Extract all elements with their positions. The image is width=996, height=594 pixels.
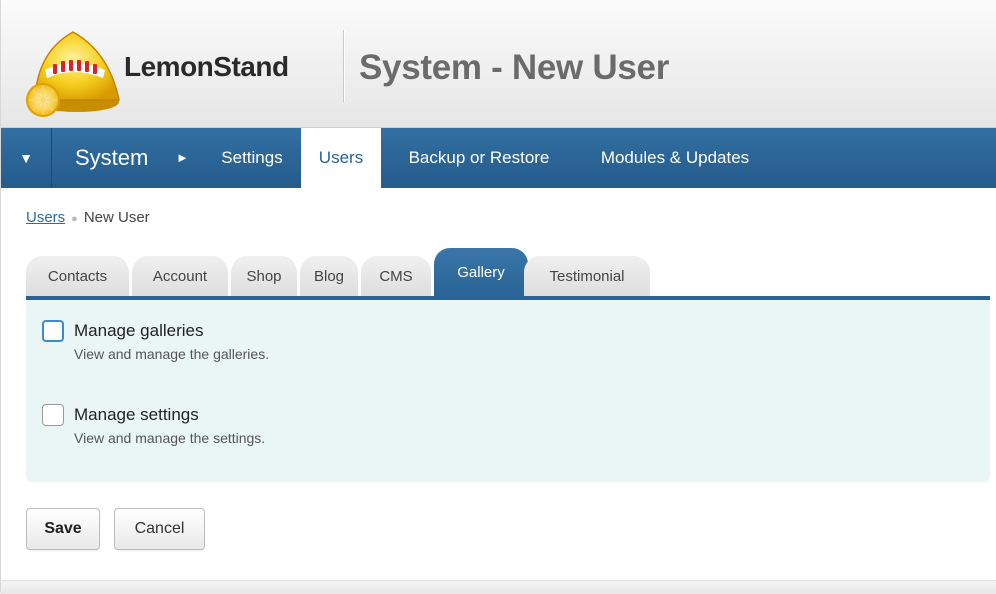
app-window: LemonStand System - New User ▼ System ► … [0, 0, 996, 594]
lemonstand-logo-icon [26, 31, 120, 117]
header-divider [343, 30, 344, 102]
tab-testimonial[interactable]: Testimonial [524, 256, 650, 296]
breadcrumb-separator: ● [71, 213, 78, 225]
page-title: System - New User [359, 48, 670, 87]
breadcrumb-current: New User [83, 209, 150, 226]
chevron-right-icon: ► [176, 150, 189, 165]
cancel-button[interactable]: Cancel [114, 508, 205, 550]
header: LemonStand System - New User [1, 0, 996, 128]
nav-section-system[interactable]: System [75, 128, 148, 188]
tab-shop[interactable]: Shop [231, 256, 297, 296]
nav-item-backup-restore[interactable]: Backup or Restore [387, 128, 571, 188]
manage-galleries-label[interactable]: Manage galleries [74, 321, 203, 341]
triangle-down-icon: ▼ [19, 150, 33, 166]
footer [1, 580, 996, 594]
gallery-permissions-panel: Manage galleries View and manage the gal… [26, 300, 990, 482]
manage-galleries-checkbox[interactable] [42, 320, 64, 342]
manage-settings-label[interactable]: Manage settings [74, 405, 199, 425]
tab-account[interactable]: Account [132, 256, 228, 296]
nav-menu-toggle[interactable]: ▼ [1, 128, 52, 188]
tab-cms[interactable]: CMS [361, 256, 431, 296]
permission-tabs: Contacts Account Shop Blog CMS Gallery T… [26, 248, 990, 296]
tab-blog[interactable]: Blog [300, 256, 358, 296]
breadcrumb: Users ● New User [26, 209, 150, 226]
save-button[interactable]: Save [26, 508, 100, 550]
manage-galleries-description: View and manage the galleries. [74, 346, 270, 362]
nav-item-settings[interactable]: Settings [205, 128, 299, 188]
manage-settings-description: View and manage the settings. [74, 430, 266, 446]
tab-gallery[interactable]: Gallery [434, 248, 528, 296]
manage-settings-checkbox[interactable] [42, 404, 64, 426]
main-nav: ▼ System ► Settings Users Backup or Rest… [1, 128, 996, 189]
brand-name: LemonStand [124, 51, 289, 82]
nav-item-users[interactable]: Users [301, 128, 381, 189]
nav-item-modules-updates[interactable]: Modules & Updates [577, 128, 773, 188]
tab-contacts[interactable]: Contacts [26, 256, 129, 296]
breadcrumb-link-users[interactable]: Users [26, 209, 65, 226]
